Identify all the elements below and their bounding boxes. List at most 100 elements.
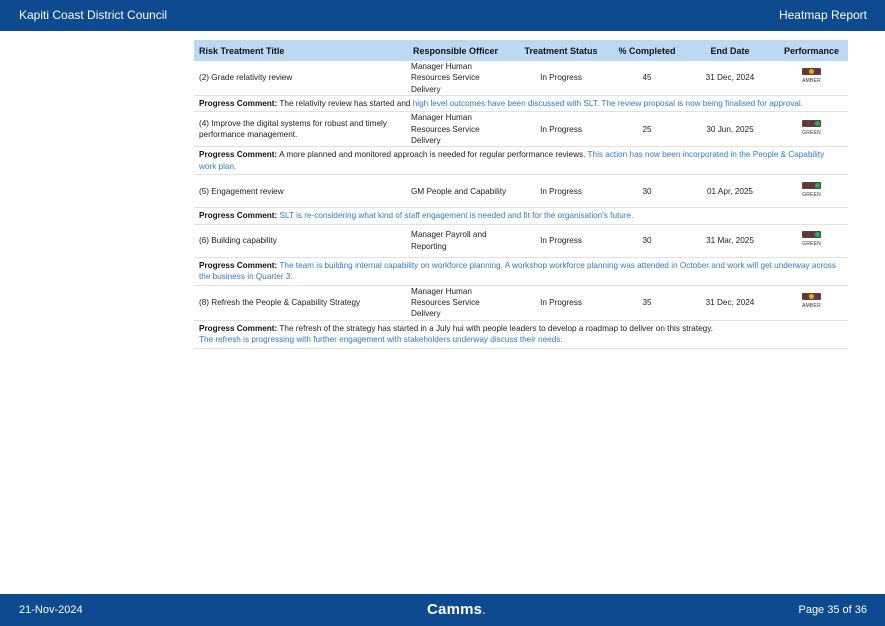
progress-comment-label: Progress Comment: xyxy=(199,260,278,270)
traffic-light-lamp xyxy=(803,120,808,126)
traffic-light-indicator: GREEN xyxy=(778,119,845,139)
performance-cell: GREEN xyxy=(775,174,848,209)
treatment-title: (4) Improve the digital systems for robu… xyxy=(194,111,408,148)
treatment-status: In Progress xyxy=(513,111,609,148)
performance-label: GREEN xyxy=(802,241,821,248)
responsible-officer: Manager Payroll and Reporting xyxy=(408,224,513,258)
traffic-light-lamp xyxy=(803,232,808,238)
table-row: (2) Grade relativity review Manager Human… xyxy=(194,61,848,96)
responsible-officer: Manager Human Resources Service Delivery xyxy=(408,111,513,148)
progress-comment-row: Progress Comment: A more planned and mon… xyxy=(194,146,848,176)
traffic-light-lamp xyxy=(815,120,820,126)
table-row: (6) Building capability Manager Payroll a… xyxy=(194,224,848,258)
treatment-title: (5) Engagement review xyxy=(194,174,408,209)
traffic-light-lamp xyxy=(803,182,808,188)
progress-comment-row: Progress Comment: The team is building i… xyxy=(194,257,848,286)
percent-completed: 45 xyxy=(609,61,685,96)
responsible-officer: Manager Human Resources Service Delivery xyxy=(408,285,513,321)
end-date: 01 Apr, 2025 xyxy=(685,174,775,209)
traffic-light-icon xyxy=(802,68,821,76)
treatment-status: In Progress xyxy=(513,174,609,209)
traffic-light-indicator: GREEN xyxy=(778,231,845,250)
treatment-title: (6) Building capability xyxy=(194,224,408,258)
performance-cell: AMBER xyxy=(775,61,848,96)
treatment-status: In Progress xyxy=(513,285,609,321)
progress-comment-label: Progress Comment: xyxy=(199,98,278,108)
progress-comment-update: high level outcomes have been discussed … xyxy=(412,98,803,108)
treatment-status: In Progress xyxy=(513,224,609,258)
column-header-end-date: End Date xyxy=(685,40,775,61)
brand-name: Camms xyxy=(427,601,483,618)
progress-comment-label: Progress Comment: xyxy=(199,150,278,160)
table-row: (8) Refresh the People & Capability Stra… xyxy=(194,285,848,321)
progress-comment-text: A more planned and monitored approach is… xyxy=(279,150,586,160)
progress-comment: Progress Comment: A more planned and mon… xyxy=(194,146,848,176)
camms-logo: Camms. xyxy=(427,601,485,618)
progress-comment-update: SLT is re-considering what kind of staff… xyxy=(279,211,634,221)
performance-label: AMBER xyxy=(802,303,821,310)
performance-label: AMBER xyxy=(802,78,821,85)
treatment-title: (2) Grade relativity review xyxy=(194,61,408,96)
traffic-light-indicator: GREEN xyxy=(778,181,845,201)
traffic-light-lamp xyxy=(809,69,814,75)
traffic-light-lamp xyxy=(809,120,814,126)
heatmap-table: Risk Treatment Title Responsible Officer… xyxy=(194,40,848,349)
traffic-light-icon xyxy=(802,231,821,239)
progress-comment-row: Progress Comment: The refresh of the str… xyxy=(194,320,848,349)
percent-completed: 25 xyxy=(609,111,685,148)
traffic-light-icon xyxy=(802,181,821,189)
progress-comment-row: Progress Comment: The relativity review … xyxy=(194,95,848,113)
percent-completed: 30 xyxy=(609,224,685,258)
traffic-light-icon xyxy=(802,119,821,127)
organisation-name: Kapiti Coast District Council xyxy=(19,8,168,22)
column-header-completed: % Completed xyxy=(609,40,685,61)
progress-comment: Progress Comment: The relativity review … xyxy=(194,95,848,113)
report-header-bar: Kapiti Coast District Council Heatmap Re… xyxy=(0,0,885,31)
performance-label: GREEN xyxy=(802,191,821,198)
traffic-light-lamp xyxy=(803,69,808,75)
progress-comment: Progress Comment: SLT is re-considering … xyxy=(194,207,848,225)
column-header-officer: Responsible Officer xyxy=(408,40,513,61)
progress-comment-text: The relativity review has started and xyxy=(279,98,411,108)
traffic-light-icon xyxy=(802,293,821,301)
table-header-row: Risk Treatment Title Responsible Officer… xyxy=(194,40,848,61)
end-date: 31 Dec, 2024 xyxy=(685,61,775,96)
performance-label: GREEN xyxy=(802,129,821,136)
responsible-officer: Manager Human Resources Service Delivery xyxy=(408,61,513,96)
column-header-title: Risk Treatment Title xyxy=(194,40,408,61)
report-title: Heatmap Report xyxy=(778,8,867,22)
table-body: (2) Grade relativity review Manager Human… xyxy=(194,61,848,349)
percent-completed: 35 xyxy=(609,285,685,321)
traffic-light-lamp xyxy=(809,182,814,188)
report-date: 21-Nov-2024 xyxy=(19,604,83,616)
progress-comment: Progress Comment: The refresh of the str… xyxy=(194,320,848,349)
column-header-status: Treatment Status xyxy=(513,40,609,61)
traffic-light-lamp xyxy=(815,294,820,300)
brand-dot: . xyxy=(482,605,486,617)
traffic-light-lamp xyxy=(809,294,814,300)
treatment-title: (8) Refresh the People & Capability Stra… xyxy=(194,285,408,321)
progress-comment-text: The refresh of the strategy has started … xyxy=(279,323,713,333)
traffic-light-indicator: AMBER xyxy=(778,293,845,312)
traffic-light-indicator: AMBER xyxy=(778,68,845,87)
traffic-light-lamp xyxy=(809,232,814,238)
traffic-light-lamp xyxy=(815,182,820,188)
column-header-performance: Performance xyxy=(775,40,848,61)
end-date: 30 Jun, 2025 xyxy=(685,111,775,148)
end-date: 31 Dec, 2024 xyxy=(685,285,775,321)
performance-cell: GREEN xyxy=(775,224,848,258)
responsible-officer: GM People and Capability xyxy=(408,174,513,209)
treatment-status: In Progress xyxy=(513,61,609,96)
table-row: (4) Improve the digital systems for robu… xyxy=(194,111,848,148)
progress-comment-label: Progress Comment: xyxy=(199,211,278,221)
traffic-light-lamp xyxy=(803,294,808,300)
page-number: Page 35 of 36 xyxy=(798,604,867,616)
progress-comment-update: The refresh is progressing with further … xyxy=(199,335,563,345)
end-date: 31 Mar, 2025 xyxy=(685,224,775,258)
traffic-light-lamp xyxy=(815,69,820,75)
progress-comment-update: The team is building internal capability… xyxy=(199,260,836,282)
percent-completed: 30 xyxy=(609,174,685,209)
traffic-light-lamp xyxy=(815,232,820,238)
report-footer-bar: 21-Nov-2024 Camms. Page 35 of 36 xyxy=(0,594,885,626)
performance-cell: GREEN xyxy=(775,111,848,148)
